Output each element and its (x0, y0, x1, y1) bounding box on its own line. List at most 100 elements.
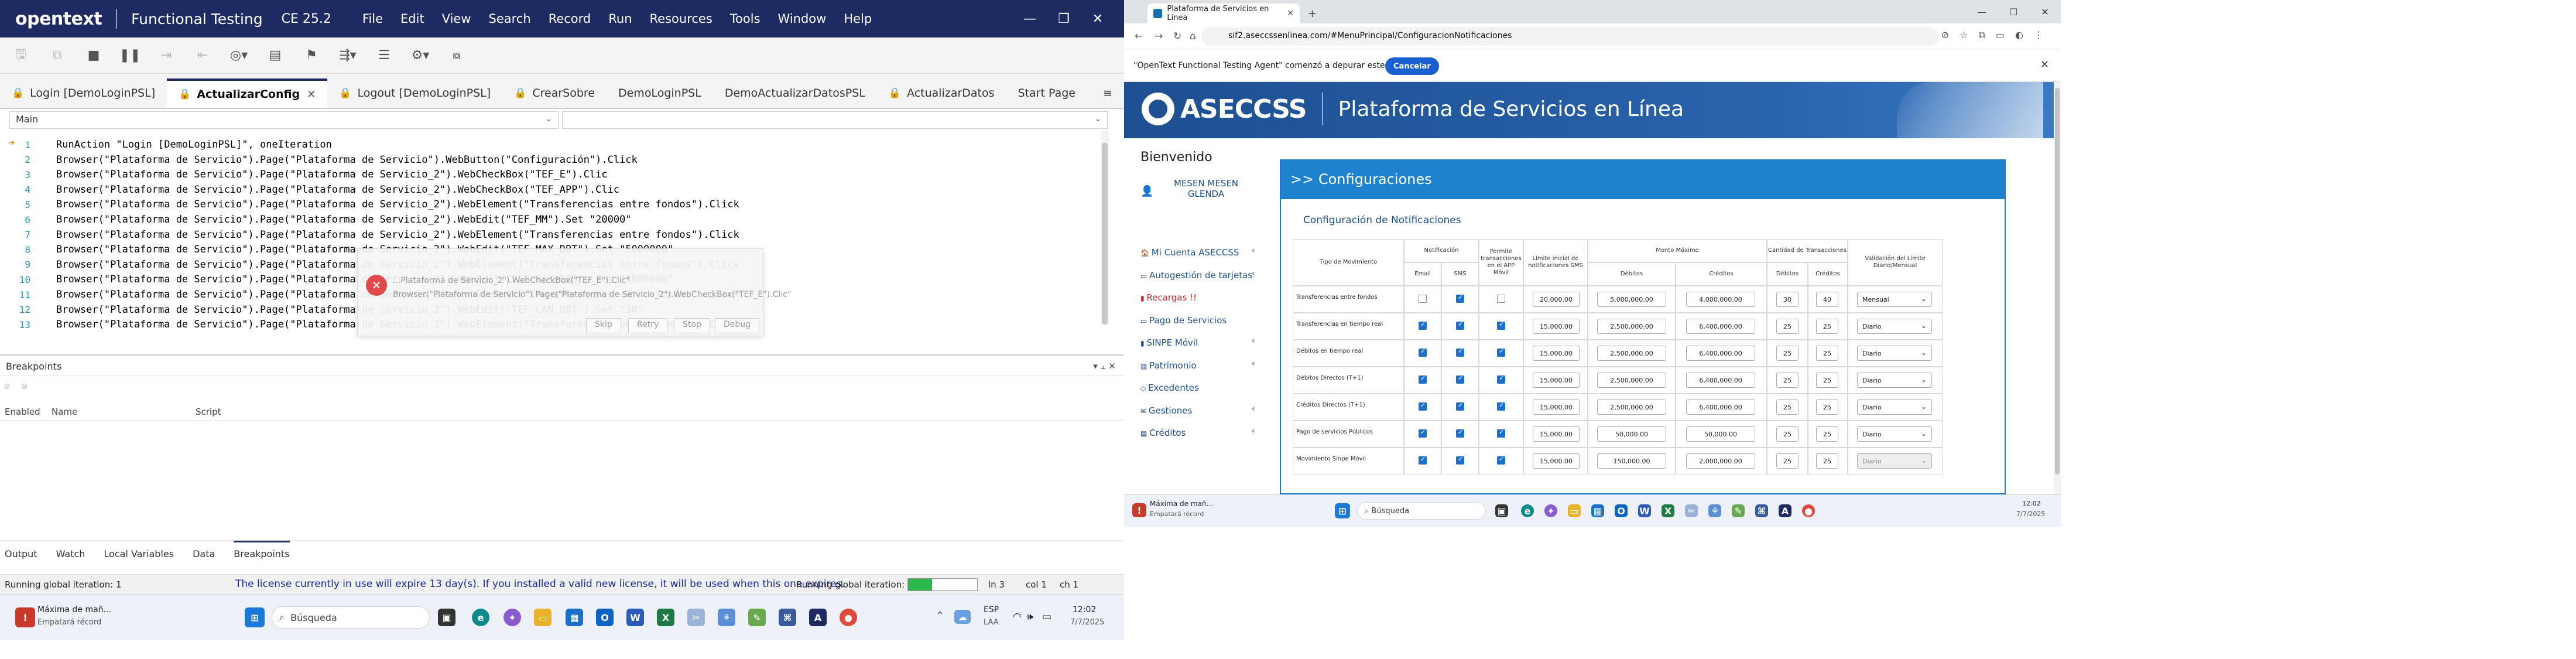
page-scroll-thumb[interactable] (2055, 88, 2060, 474)
file-explorer-icon[interactable]: ▭ (1568, 504, 1581, 517)
sidebar-item-pago-de-servicios[interactable]: ▭ Pago de Servicios (1140, 315, 1227, 326)
excel-icon[interactable]: X (1662, 504, 1674, 517)
bottom-tab-data[interactable]: Data (193, 541, 215, 565)
volume-icon[interactable]: 🕪 (1027, 611, 1033, 623)
file-explorer-icon[interactable]: ▭ (534, 609, 551, 626)
chevron-left-icon[interactable]: ‹ (1252, 336, 1255, 346)
network-app-icon[interactable]: ⚘ (718, 609, 735, 626)
limite-sms-input[interactable]: 20,000.00 (1533, 292, 1580, 307)
tab-actualizardatos[interactable]: 🔒 ActualizarDatos (877, 78, 1006, 108)
cantidad-debitos-input[interactable]: 25 (1776, 373, 1799, 388)
save-icon[interactable]: 🖫 (8, 43, 34, 69)
minimize-icon[interactable]: — (1966, 0, 1998, 23)
validacion-select[interactable]: Mensual (1857, 292, 1932, 307)
cantidad-creditos-input[interactable]: 25 (1816, 453, 1838, 469)
validacion-select[interactable]: Diario (1857, 346, 1932, 361)
checkbox-email[interactable] (1419, 401, 1427, 411)
restore-icon[interactable]: ❐ (1047, 0, 1081, 37)
tab-demoactualizardatospsl[interactable]: DemoActualizarDatosPSL (713, 78, 877, 108)
sidebar-item-patrimonio[interactable]: ▥ Patrimonio (1140, 360, 1197, 371)
step-out-icon[interactable]: ⇤ (190, 43, 215, 69)
cantidad-creditos-input[interactable]: 25 (1816, 319, 1838, 334)
cantidad-debitos-input[interactable]: 25 (1776, 400, 1799, 415)
limite-sms-input[interactable]: 15,000.00 (1533, 453, 1580, 469)
new-tab-icon[interactable]: + (1308, 8, 1317, 20)
tab-login-demologinpsl[interactable]: 🔒 Login [DemoLoginPSL] (0, 78, 167, 108)
menu-run[interactable]: Run (600, 12, 640, 26)
snipping-tool-icon[interactable]: ✂ (1685, 504, 1698, 517)
menu-resources[interactable]: Resources (641, 12, 721, 26)
task-view-icon[interactable]: ▣ (1495, 504, 1508, 517)
chevron-left-icon[interactable]: ‹ (1252, 246, 1255, 255)
copilot-icon[interactable]: ✦ (503, 609, 521, 626)
checkbox-app[interactable] (1497, 295, 1505, 303)
checkbox-sms[interactable] (1456, 401, 1464, 411)
code-line[interactable]: 6 Browser("Plataforma de Servicio").Page(… (0, 212, 631, 227)
menu-search[interactable]: Search (480, 12, 540, 26)
cantidad-creditos-input[interactable]: 40 (1816, 292, 1838, 307)
step-combobox[interactable]: ⌄ (562, 111, 1108, 129)
settings-icon[interactable]: ⚙▾ (407, 43, 433, 69)
functional-testing-taskbar-icon[interactable]: A (1779, 504, 1791, 517)
functional-testing-taskbar-icon[interactable]: A (809, 609, 827, 626)
skip-button[interactable]: Skip (586, 318, 621, 333)
checkbox-sms[interactable] (1456, 428, 1464, 438)
close-tab-icon[interactable]: ✕ (1287, 9, 1294, 18)
browser-extensions[interactable]: ⊘☆⧉▭◐⋮ (1941, 29, 2054, 41)
menu-record[interactable]: Record (540, 12, 600, 26)
reload-icon[interactable]: ↻ (1173, 30, 1181, 42)
delete-breakpoint-icon[interactable]: ⊗ (21, 382, 28, 391)
monto-creditos-input[interactable]: 2,000,000.00 (1686, 453, 1755, 469)
sidebar-item-autogestión-de-tarjetas[interactable]: ▭ Autogestión de tarjetas (1140, 270, 1252, 281)
cantidad-debitos-input[interactable]: 25 (1776, 453, 1799, 469)
limite-sms-input[interactable]: 15,000.00 (1533, 426, 1580, 442)
word-icon[interactable]: W (626, 609, 644, 626)
chevron-left-icon[interactable]: ‹ (1252, 359, 1255, 368)
enable-breakpoint-icon[interactable]: ⊘ (4, 382, 11, 391)
outlook-icon[interactable]: O (1615, 504, 1628, 517)
edge-icon[interactable]: e (1521, 504, 1534, 517)
monto-creditos-input[interactable]: 50,000.00 (1686, 426, 1755, 442)
remote-app-icon[interactable]: ⌘ (779, 609, 796, 626)
tab-logout-demologinpsl[interactable]: 🔒 Logout [DemoLoginPSL] (327, 78, 502, 108)
code-line[interactable]: 2 Browser("Plataforma de Servicio").Page(… (0, 152, 637, 168)
taskbar-search[interactable]: ⌕ Búsqueda (272, 606, 430, 629)
close-icon[interactable]: ✕ (2029, 0, 2061, 23)
tray-overflow-icon[interactable]: ⌃ (936, 610, 944, 622)
windows-start-icon[interactable]: ⊞ (245, 607, 265, 627)
monto-debitos-input[interactable]: 50,000.00 (1597, 426, 1666, 442)
chevron-left-icon[interactable]: ‹ (1252, 269, 1255, 278)
checkbox-email[interactable] (1419, 320, 1427, 330)
monto-debitos-input[interactable]: 2,500,000.00 (1597, 373, 1666, 388)
clock-time[interactable]: 12:02 (1073, 605, 1096, 614)
bottom-tab-local-variables[interactable]: Local Variables (104, 541, 174, 565)
bottom-tab-watch[interactable]: Watch (56, 541, 85, 565)
retry-button[interactable]: Retry (628, 318, 668, 333)
menu-file[interactable]: File (354, 12, 392, 26)
save-all-icon[interactable]: ⧉ (44, 43, 70, 69)
checkbox-email[interactable] (1419, 347, 1427, 357)
clock-time[interactable]: 12:02 (2022, 500, 2041, 507)
bottom-tab-breakpoints[interactable]: Breakpoints (234, 540, 290, 565)
copilot-icon[interactable]: ✦ (1544, 504, 1557, 517)
monto-debitos-input[interactable]: 2,500,000.00 (1597, 319, 1666, 334)
list-icon[interactable]: ☰ (371, 43, 397, 69)
bottom-tab-output[interactable]: Output (5, 541, 37, 565)
pane-splitter[interactable] (0, 354, 1124, 356)
tools-app-icon[interactable]: ✎ (748, 609, 766, 626)
monto-creditos-input[interactable]: 6,400,000.00 (1686, 346, 1755, 361)
stop-button[interactable]: Stop (674, 318, 710, 333)
menu-edit[interactable]: Edit (392, 12, 433, 26)
chrome-icon[interactable]: ● (840, 609, 857, 626)
wifi-icon[interactable]: ◠ (1013, 611, 1022, 623)
cancel-debugging-button[interactable]: Cancelar (1385, 57, 1439, 75)
word-icon[interactable]: W (1638, 504, 1651, 517)
forward-icon[interactable]: → (1155, 30, 1163, 42)
chrome-icon[interactable]: ● (1802, 504, 1815, 517)
checkbox-sms[interactable] (1456, 293, 1464, 303)
sidebar-item-gestiones[interactable]: ✉ Gestiones (1140, 405, 1192, 416)
menu-help[interactable]: Help (835, 12, 881, 26)
browser-tab[interactable]: Plataforma de Servicios en Línea ✕ (1147, 4, 1300, 23)
address-bar[interactable]: sif2.aseccssenlinea.com/#MenuPrincipal/C… (1201, 27, 1939, 46)
cantidad-debitos-input[interactable]: 25 (1776, 346, 1799, 361)
